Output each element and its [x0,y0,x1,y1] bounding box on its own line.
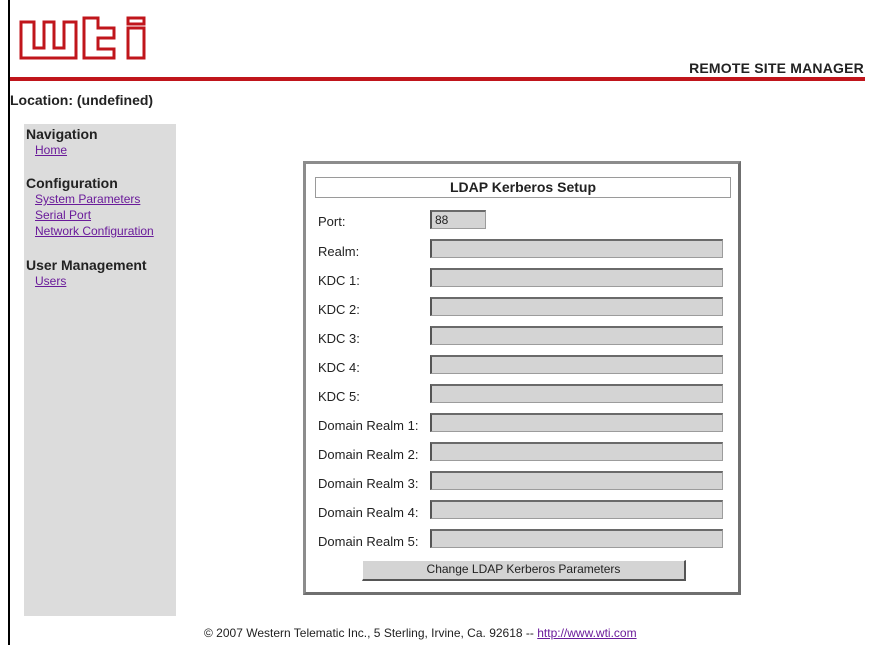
change-ldap-kerberos-button[interactable]: Change LDAP Kerberos Parameters [362,560,686,581]
kdc-5-input[interactable] [430,384,723,403]
copyright-text: © 2007 Western Telematic Inc., 5 Sterlin… [204,626,538,640]
kdc-4-label: KDC 4: [318,360,360,375]
realm-label: Realm: [318,244,360,259]
domain-realm-5-label: Domain Realm 5: [318,534,419,549]
product-title: REMOTE SITE MANAGER [689,60,864,76]
kdc-1-label: KDC 1: [318,273,360,288]
nav-heading-user-management: User Management [26,257,147,273]
header-divider [10,77,865,81]
kdc-3-label: KDC 3: [318,331,360,346]
kdc-2-label: KDC 2: [318,302,360,317]
realm-input[interactable] [430,239,723,258]
domain-realm-3-input[interactable] [430,471,723,490]
form-title: LDAP Kerberos Setup [315,177,731,198]
domain-realm-5-input[interactable] [430,529,723,548]
kdc-3-input[interactable] [430,326,723,345]
footer: © 2007 Western Telematic Inc., 5 Sterlin… [204,626,637,640]
nav-link-serial-port[interactable]: Serial Port [35,208,91,222]
kdc-2-input[interactable] [430,297,723,316]
nav-heading-configuration: Configuration [26,175,118,191]
location-label: Location: (undefined) [10,92,154,108]
domain-realm-1-input[interactable] [430,413,723,432]
port-input[interactable] [430,210,486,229]
nav-heading-navigation: Navigation [26,126,98,142]
domain-realm-4-label: Domain Realm 4: [318,505,419,520]
nav-link-home[interactable]: Home [35,143,67,157]
domain-realm-3-label: Domain Realm 3: [318,476,419,491]
wti-website-link[interactable]: http://www.wti.com [537,626,636,640]
kdc-5-label: KDC 5: [318,389,360,404]
wti-logo [18,16,170,68]
ldap-kerberos-form: LDAP Kerberos Setup Port: Realm: KDC 1: … [303,161,741,595]
domain-realm-2-input[interactable] [430,442,723,461]
nav-link-network-configuration[interactable]: Network Configuration [35,224,154,238]
sidebar: Navigation Home Configuration System Par… [24,124,176,616]
domain-realm-1-label: Domain Realm 1: [318,418,419,433]
kdc-4-input[interactable] [430,355,723,374]
domain-realm-4-input[interactable] [430,500,723,519]
port-label: Port: [318,214,346,229]
domain-realm-2-label: Domain Realm 2: [318,447,419,462]
nav-link-users[interactable]: Users [35,274,66,288]
nav-link-system-parameters[interactable]: System Parameters [35,192,140,206]
kdc-1-input[interactable] [430,268,723,287]
